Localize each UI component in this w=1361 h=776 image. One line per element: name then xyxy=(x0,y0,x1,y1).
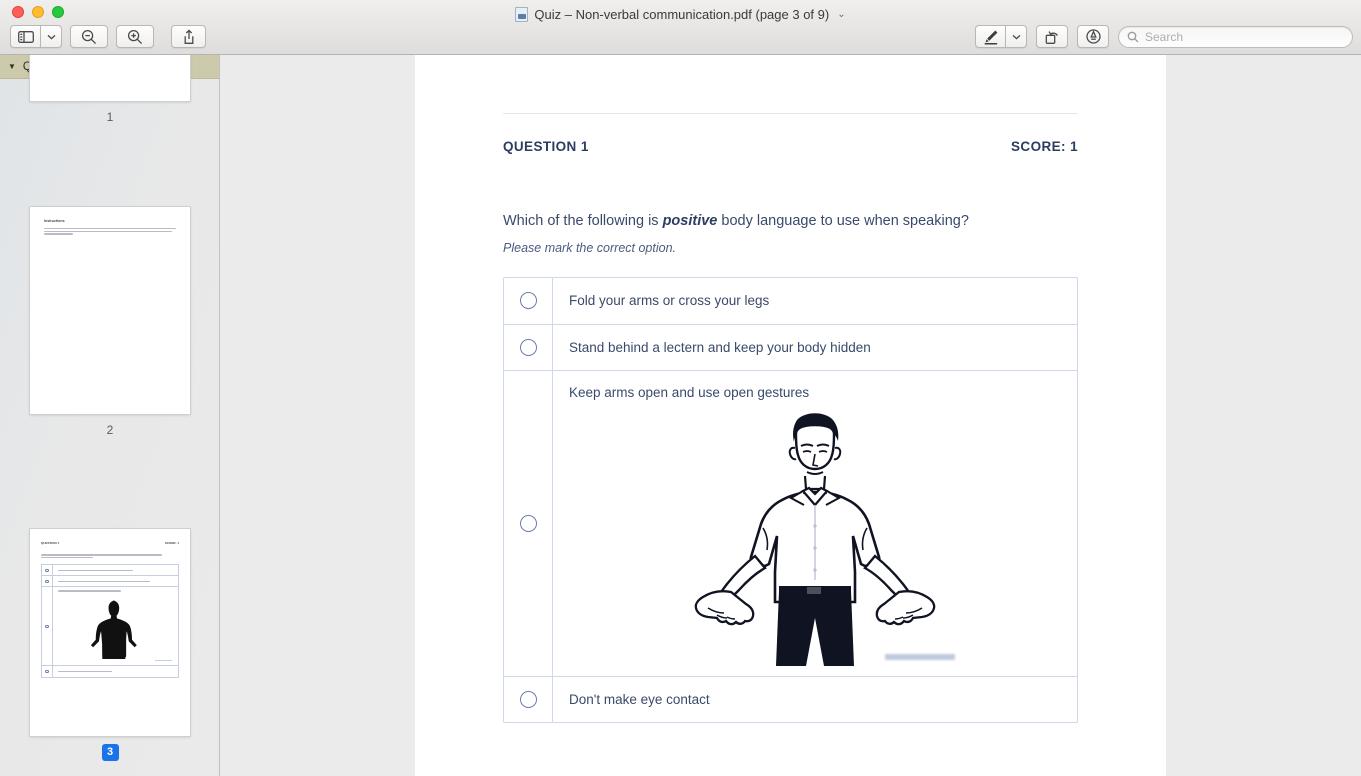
sidebar-view-button[interactable] xyxy=(10,25,40,48)
zoom-in-button[interactable] xyxy=(116,25,154,48)
option-body: Keep arms open and use open gestures xyxy=(553,371,1077,676)
option-radio-cell[interactable] xyxy=(504,676,553,723)
radio-button-icon[interactable] xyxy=(519,292,537,310)
chevron-down-icon[interactable]: ⌄ xyxy=(837,9,845,20)
header-divider xyxy=(503,113,1078,114)
option-row[interactable]: Fold your arms or cross your legs xyxy=(504,278,1077,325)
option-row[interactable]: Stand behind a lectern and keep your bod… xyxy=(504,324,1077,372)
question-text: Which of the following is positive body … xyxy=(503,211,1078,232)
markup-group[interactable] xyxy=(975,25,1027,48)
question-suffix: body language to use when speaking? xyxy=(717,213,969,229)
share-icon xyxy=(182,28,196,45)
question-prefix: Which of the following is xyxy=(503,213,663,229)
option-label: Don't make eye contact xyxy=(569,691,710,707)
rotate-icon xyxy=(1044,29,1060,45)
open-arms-illustration xyxy=(679,408,955,666)
pdf-page-3: QUESTION 1 SCORE: 1 Which of the followi… xyxy=(415,55,1166,776)
search-icon xyxy=(1127,31,1139,43)
radio-button-icon[interactable] xyxy=(519,514,537,532)
image-watermark xyxy=(885,653,955,660)
answer-options-list: Fold your arms or cross your legs Stand … xyxy=(503,277,1078,724)
radio-button-icon[interactable] xyxy=(519,338,537,356)
chevron-down-icon xyxy=(47,34,56,40)
option-label: Keep arms open and use open gestures xyxy=(569,385,810,401)
markup-button[interactable] xyxy=(975,25,1005,48)
toolbar-left xyxy=(10,25,206,48)
option-radio-cell[interactable] xyxy=(504,371,553,676)
sidebar-view-icon xyxy=(17,30,34,43)
option-row[interactable]: Don't make eye contact xyxy=(504,676,1077,723)
markup-pen-icon xyxy=(983,29,999,45)
highlight-icon xyxy=(1085,28,1102,45)
thumbnail-item-2[interactable]: Instructions 2 xyxy=(0,207,219,438)
chevron-down-icon xyxy=(1012,34,1021,40)
zoom-in-icon xyxy=(127,29,143,45)
markup-options-button[interactable] xyxy=(1005,25,1027,48)
option-label: Fold your arms or cross your legs xyxy=(569,293,770,309)
thumbnail-page-number-2: 2 xyxy=(106,423,114,437)
option-body: Don't make eye contact xyxy=(553,677,1077,723)
question-header: QUESTION 1 SCORE: 1 xyxy=(503,139,1078,154)
radio-button-icon[interactable] xyxy=(519,690,537,708)
sidebar-options-button[interactable] xyxy=(40,25,62,48)
option-radio-cell[interactable] xyxy=(504,278,553,324)
score-label: SCORE: 1 xyxy=(1011,139,1078,154)
rotate-button[interactable] xyxy=(1036,25,1068,48)
pdf-viewer-window: Quiz – Non-verbal communication.pdf (pag… xyxy=(0,0,1361,776)
option-label: Stand behind a lectern and keep your bod… xyxy=(569,339,871,355)
window-title[interactable]: Quiz – Non-verbal communication.pdf (pag… xyxy=(0,4,1361,24)
question-label: QUESTION 1 xyxy=(503,139,589,154)
question-instruction: Please mark the correct option. xyxy=(503,241,676,256)
window-body: ▼ Quiz – Non-verbal communica... 1 Instr… xyxy=(0,55,1361,776)
thumbnail-item-1[interactable]: 1 xyxy=(0,55,219,125)
share-button[interactable] xyxy=(171,25,206,48)
document-view[interactable]: QUESTION 1 SCORE: 1 Which of the followi… xyxy=(220,55,1361,776)
thumbnail-page-2[interactable]: Instructions xyxy=(30,207,190,414)
toolbar-right: Search xyxy=(975,25,1353,48)
titlebar: Quiz – Non-verbal communication.pdf (pag… xyxy=(0,0,1361,55)
sidebar-scroll-area[interactable]: 1 Instructions 2 QUESTION 1 SCORE: 1 3 xyxy=(0,55,219,776)
sidebar-toggle-group[interactable] xyxy=(10,25,62,48)
thumbnail-page-number-3: 3 xyxy=(101,744,119,761)
thumbnail-page-number-1: 1 xyxy=(106,110,114,124)
window-title-text: Quiz – Non-verbal communication.pdf (pag… xyxy=(534,6,830,22)
thumb-instructions-heading: Instructions xyxy=(44,219,65,223)
thumbnail-page-1[interactable] xyxy=(30,55,190,101)
thumbnail-page-3[interactable]: QUESTION 1 SCORE: 1 xyxy=(30,529,190,736)
thumbnail-item-3[interactable]: QUESTION 1 SCORE: 1 3 xyxy=(0,529,219,761)
zoom-out-button[interactable] xyxy=(70,25,108,48)
pdf-document-icon xyxy=(515,6,529,22)
option-radio-cell[interactable] xyxy=(504,324,553,371)
option-row[interactable]: Keep arms open and use open gestures xyxy=(504,371,1077,677)
option-body: Stand behind a lectern and keep your bod… xyxy=(553,325,1077,371)
man-open-arms-line-art xyxy=(694,412,936,666)
search-field[interactable]: Search xyxy=(1118,25,1353,48)
question-emphasis: positive xyxy=(662,213,718,229)
annotate-button[interactable] xyxy=(1077,25,1109,48)
search-input[interactable]: Search xyxy=(1145,30,1183,44)
option-body: Fold your arms or cross your legs xyxy=(553,278,1077,324)
zoom-out-icon xyxy=(81,29,97,45)
thumbnail-sidebar: ▼ Quiz – Non-verbal communica... 1 Instr… xyxy=(0,55,220,776)
